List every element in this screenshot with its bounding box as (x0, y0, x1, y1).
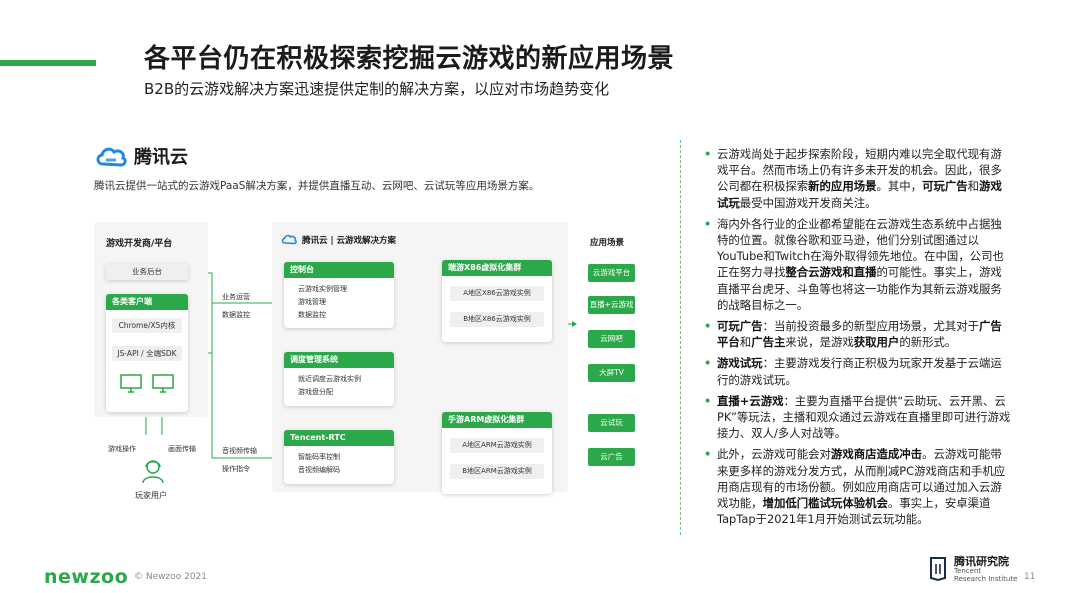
client-sdk: JS-API / 全端SDK (112, 346, 182, 361)
edge-ops-label: 业务运营 (222, 293, 250, 301)
brand-name: 腾讯云 (134, 147, 188, 168)
copyright: © Newzoo 2021 (134, 572, 207, 582)
console-title: 控制台 (284, 262, 394, 278)
scheduler-card: 调度管理系统 就近调度云游戏实例 游戏盘分配 (284, 352, 394, 406)
solution-panel: 腾讯云 | 云游戏解决方案 控制台 云游戏实例管理 游戏管理 数据监控 调度管理… (272, 222, 568, 494)
rtc-title: Tencent-RTC (284, 430, 394, 446)
edge-cmd-label: 操作指令 (222, 465, 250, 473)
bullet-dot: • (704, 216, 712, 231)
app-cloud-trial: 云试玩 (588, 414, 635, 432)
bullet-list: • 云游戏尚处于起步探索阶段，短期内难以完全取代现有游戏平台。然而市场上仍有许多未… (704, 146, 1012, 532)
page-subtitle: B2B的云游戏解决方案迅速提供定制的解决方案，以应对市场趋势变化 (144, 80, 610, 98)
x86-instance-a: A地区X86云游戏实例 (450, 286, 544, 301)
page-number: 11 (1024, 572, 1036, 582)
cloud-logo-icon (96, 147, 127, 167)
client-chrome: Chrome/X5内核 (112, 318, 182, 333)
clients-card: 各类客户端 Chrome/X5内核 JS-API / 全端SDK (106, 294, 188, 412)
tencent-research-logo-icon (930, 557, 946, 582)
accent-bar (0, 60, 96, 66)
bullet-item: • 可玩广告：当前投资最多的新型应用场景，尤其对于广告平台和广告主来说，是游戏获取… (704, 318, 1012, 350)
bullet-item: • 此外，云游戏可能会对游戏商店造成冲击。云游戏可能带来更多样的游戏分发方式，从而… (704, 446, 1012, 527)
developer-panel: 游戏开发商/平台 业务后台 各类客户端 Chrome/X5内核 JS-API /… (94, 222, 208, 417)
monitor-icon (152, 374, 174, 393)
architecture-diagram: 游戏开发商/平台 业务后台 各类客户端 Chrome/X5内核 JS-API /… (94, 210, 660, 510)
x86-cluster-card: 端游X86虚拟化集群 A地区X86云游戏实例 B地区X86云游戏实例 (442, 260, 552, 342)
institute-name-en: Tencent Research Institute (954, 567, 1017, 583)
bullet-dot: • (704, 319, 712, 334)
scheduler-item-1: 就近调度云游戏实例 (298, 375, 361, 383)
bullet-item: • 游戏试玩：主要游戏发行商正积极为玩家开发基于云端运行的游戏试玩。 (704, 355, 1012, 387)
bullet-item: • 云游戏尚处于起步探索阶段，短期内难以完全取代现有游戏平台。然而市场上仍有许多未… (704, 146, 1012, 211)
tencent-cloud-logo: 腾讯云 (94, 143, 188, 169)
tablet-icon (120, 374, 142, 393)
newzoo-logo: newzoo (44, 566, 129, 588)
rtc-item-1: 智能码率控制 (298, 453, 340, 461)
small-cloud-icon (281, 234, 297, 245)
app-cloud-platform: 云游戏平台 (588, 264, 635, 282)
institute-name-en-line2: Research Institute (954, 575, 1018, 583)
bullet-text: 海内外各行业的企业都希望能在云游戏生态系统中占据独特的位置。就像谷歌和亚马逊，他… (717, 216, 1004, 312)
edge-av-label: 音视频传输 (222, 447, 257, 455)
edge-monitor-label: 数据监控 (222, 311, 250, 319)
bullet-dot: • (704, 147, 712, 161)
bullet-item: • 海内外各行业的企业都希望能在云游戏生态系统中占据独特的位置。就像谷歌和亚马逊，… (704, 216, 1012, 313)
bullet-text: 可玩广告：当前投资最多的新型应用场景，尤其对于广告平台和广告主来说，是游戏获取用… (717, 319, 1002, 350)
console-item-3: 数据监控 (298, 311, 326, 319)
solution-title: 腾讯云 | 云游戏解决方案 (302, 236, 397, 246)
business-backend-box: 业务后台 (106, 264, 188, 280)
bullet-dot: • (704, 447, 712, 462)
arm-instance-a: A地区ARM云游戏实例 (450, 438, 544, 453)
scheduler-item-2: 游戏盘分配 (298, 388, 333, 396)
x86-instance-b: B地区X86云游戏实例 (450, 312, 544, 327)
column-divider (680, 140, 681, 535)
console-item-2: 游戏管理 (298, 298, 326, 306)
bullet-dot: • (704, 356, 712, 371)
game-op-label: 游戏操作 (108, 445, 136, 453)
bullet-dot: • (704, 393, 712, 408)
page-title: 各平台仍在积极探索挖掘云游戏的新应用场景 (144, 44, 675, 74)
bullet-item: • 直播+云游戏：主要为直播平台提供“云助玩、云开黑、云PK”等玩法，主播和观众通… (704, 393, 1012, 442)
arm-instance-b: B地区ARM云游戏实例 (450, 464, 544, 479)
rtc-card: Tencent-RTC 智能码率控制 音视频编解码 (284, 430, 394, 484)
video-transfer-label: 画面传输 (168, 445, 196, 453)
bullet-text: 游戏试玩：主要游戏发行商正积极为玩家开发基于云端运行的游戏试玩。 (717, 356, 1002, 387)
bullet-text: 此外，云游戏可能会对游戏商店造成冲击。云游戏可能带来更多样的游戏分发方式，从而削… (717, 447, 1006, 527)
arm-cluster-card: 手游ARM虚拟化集群 A地区ARM云游戏实例 B地区ARM云游戏实例 (442, 412, 552, 494)
arm-cluster-title: 手游ARM虚拟化集群 (442, 412, 552, 428)
console-card: 控制台 云游戏实例管理 游戏管理 数据监控 (284, 262, 394, 328)
brand-description: 腾讯云提供一站式的云游戏PaaS解决方案，并提供直播互动、云网吧、云试玩等应用场… (94, 180, 540, 192)
rtc-item-2: 音视频编解码 (298, 466, 340, 474)
scheduler-title: 调度管理系统 (284, 352, 394, 368)
bullet-text: 直播+云游戏：主要为直播平台提供“云助玩、云开黑、云PK”等玩法，主播和观众通过… (717, 393, 1011, 441)
bullet-text: 云游戏尚处于起步探索阶段，短期内难以完全取代现有游戏平台。然而市场上仍有许多未开… (717, 147, 1002, 210)
console-item-1: 云游戏实例管理 (298, 285, 347, 293)
x86-cluster-title: 端游X86虚拟化集群 (442, 260, 552, 276)
developer-panel-title: 游戏开发商/平台 (106, 239, 173, 249)
app-cloud-cafe: 云网吧 (588, 330, 635, 348)
institute-name-en-line1: Tencent (954, 567, 982, 575)
clients-title: 各类客户端 (106, 294, 188, 310)
app-live-cloud-game: 直播+云游戏 (588, 296, 635, 314)
player-icon (142, 460, 164, 484)
app-cloud-ad: 云广告 (588, 448, 635, 466)
app-big-screen-tv: 大屏TV (588, 364, 635, 382)
player-label: 玩家用户 (135, 491, 167, 500)
apps-title: 应用场景 (590, 238, 625, 248)
